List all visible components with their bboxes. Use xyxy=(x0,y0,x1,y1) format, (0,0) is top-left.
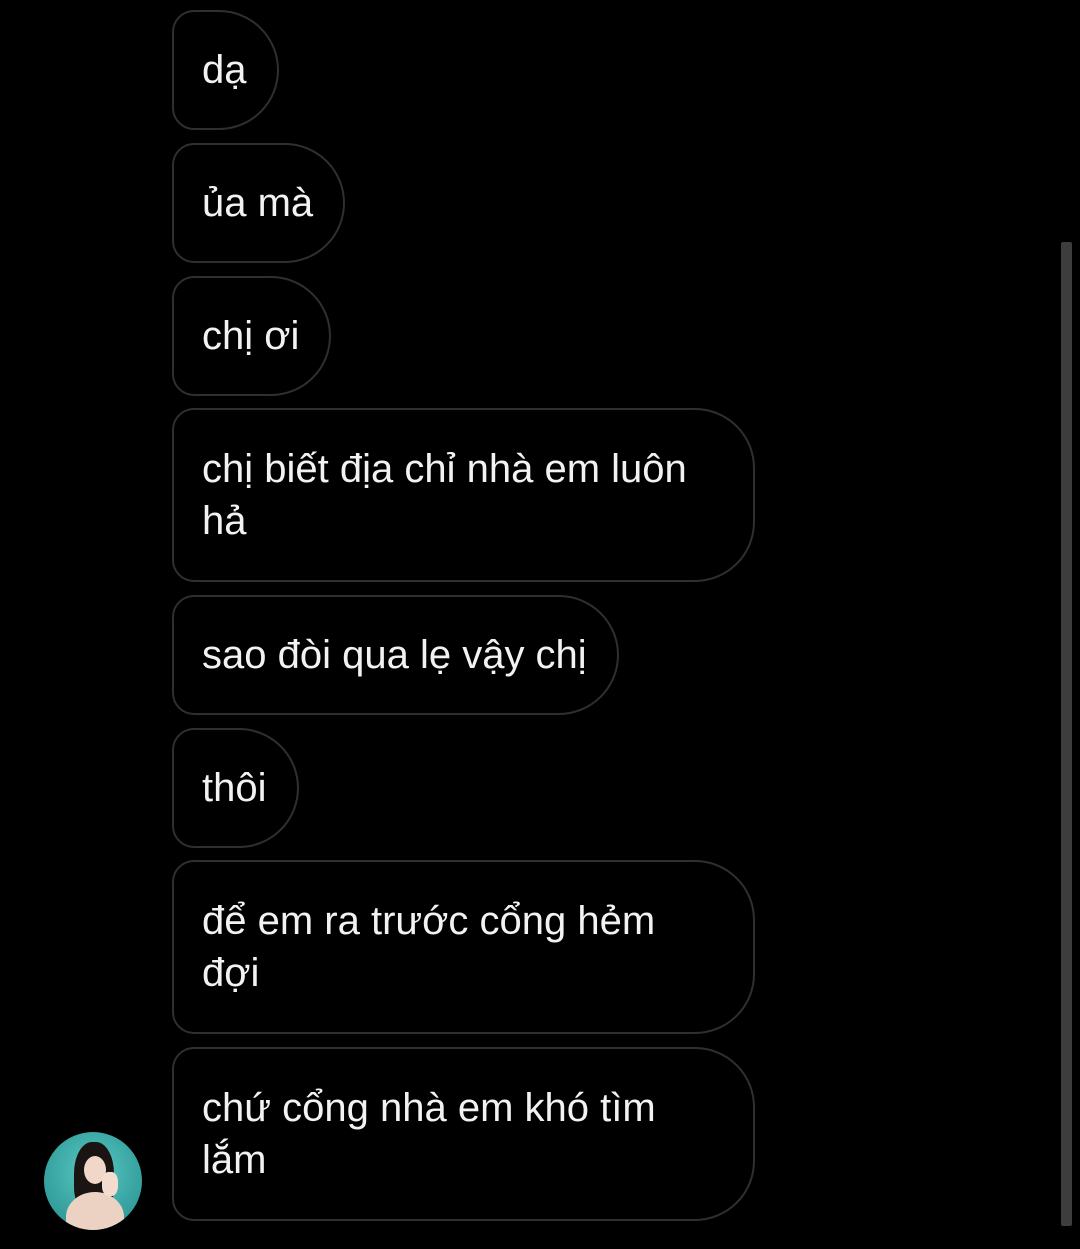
message-bubble[interactable]: để em ra trước cổng hẻm đợi xyxy=(172,860,755,1034)
scrollbar[interactable] xyxy=(1061,242,1072,1226)
message-text: dạ xyxy=(202,48,247,92)
message-bubble[interactable]: ủa mà xyxy=(172,143,346,263)
message-text: sao đòi qua lẹ vậy chị xyxy=(202,633,587,677)
message-bubble[interactable]: chứ cổng nhà em khó tìm lắm xyxy=(172,1047,755,1221)
message-bubble[interactable]: dạ xyxy=(172,10,279,130)
message-bubble[interactable]: sao đòi qua lẹ vậy chị xyxy=(172,595,619,715)
message-text: ủa mà xyxy=(202,181,314,225)
avatar-hand xyxy=(102,1172,118,1196)
message-text: chứ cổng nhà em khó tìm lắm xyxy=(202,1086,656,1182)
message-bubble[interactable]: chị ơi xyxy=(172,276,332,396)
message-text: thôi xyxy=(202,766,267,810)
chat-thread: dạ ủa mà chị ơi chị biết địa chỉ nhà em … xyxy=(0,0,1080,1249)
message-text: chị ơi xyxy=(202,314,300,358)
message-bubble[interactable]: chị biết địa chỉ nhà em luôn hả xyxy=(172,408,755,582)
avatar-shoulders xyxy=(66,1192,124,1230)
message-text: để em ra trước cổng hẻm đợi xyxy=(202,899,656,995)
message-text: chị biết địa chỉ nhà em luôn hả xyxy=(202,447,687,543)
message-bubble[interactable]: thôi xyxy=(172,728,299,848)
sender-avatar[interactable] xyxy=(44,1132,142,1230)
